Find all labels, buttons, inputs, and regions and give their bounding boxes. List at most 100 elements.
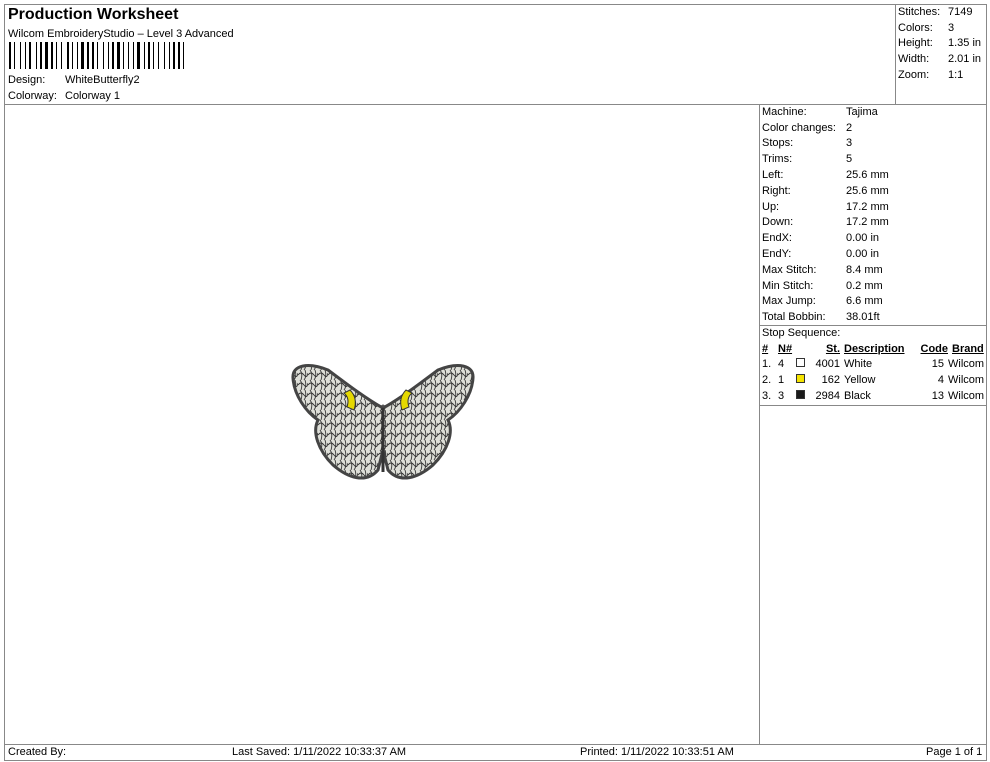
barcode-bar xyxy=(153,42,154,69)
design-name: WhiteButterfly2 xyxy=(65,73,140,86)
barcode-bar xyxy=(97,42,98,69)
detail-row: Right: 25.6 mm xyxy=(762,183,889,199)
barcode-bar xyxy=(185,42,188,69)
detail-label: Color changes: xyxy=(762,121,836,134)
software-name: Wilcom EmbroideryStudio – Level 3 Advanc… xyxy=(8,28,234,40)
barcode-bar xyxy=(128,42,129,69)
detail-row: Max Stitch: 8.4 mm xyxy=(762,262,889,278)
barcode-bar xyxy=(74,42,76,69)
detail-label: Right: xyxy=(762,184,791,197)
summary-value: 7149 xyxy=(948,5,973,18)
page-title: Production Worksheet xyxy=(8,6,179,23)
summary-value: 3 xyxy=(948,21,955,34)
design-label: Design: xyxy=(8,73,46,86)
detail-value: 25.6 mm xyxy=(846,184,889,197)
barcode-bar xyxy=(45,42,48,69)
detail-row: Color changes: 2 xyxy=(762,120,889,136)
detail-label: Machine: xyxy=(762,105,807,118)
detail-label: EndY: xyxy=(762,248,792,261)
detail-row: Up: 17.2 mm xyxy=(762,199,889,215)
barcode-bar xyxy=(144,42,145,69)
detail-value: 25.6 mm xyxy=(846,169,889,182)
detail-row: Trims: 5 xyxy=(762,151,889,167)
detail-value: 38.01ft xyxy=(846,311,880,324)
detail-label: Down: xyxy=(762,216,794,229)
summary-row: Colors: 3 xyxy=(898,20,981,36)
barcode-bar xyxy=(137,42,140,69)
table-row: 2. 1 162 Yellow 4 Wilcom xyxy=(762,372,986,388)
barcode-bar xyxy=(158,42,159,69)
detail-label: Max Jump: xyxy=(762,295,816,308)
barcode-bar xyxy=(70,42,71,69)
last-saved: Last Saved: 1/11/2022 10:33:37 AM xyxy=(232,746,407,758)
detail-label: Trims: xyxy=(762,153,793,166)
barcode-bar xyxy=(166,42,168,69)
barcode-bar xyxy=(181,42,182,69)
color-swatch-cell xyxy=(796,389,810,402)
detail-value: 17.2 mm xyxy=(846,200,889,213)
barcode-bar xyxy=(183,42,184,69)
detail-label: Up: xyxy=(762,200,780,213)
detail-row: Stops: 3 xyxy=(762,136,889,152)
page-number: Page 1 of 1 xyxy=(926,746,983,758)
barcode-bar xyxy=(25,42,26,69)
table-header: # N# St. Description Code Brand xyxy=(762,341,986,357)
details-panel: Machine: Tajima Color changes: 2 Stops: 3 Trim… xyxy=(762,104,889,325)
thread-brand: Wilcom xyxy=(948,358,985,371)
barcode-bar xyxy=(141,42,143,69)
detail-label: Left: xyxy=(762,169,784,182)
barcode-bar xyxy=(22,42,24,69)
barcode-bar xyxy=(171,42,172,69)
stop-number: 2. xyxy=(762,373,772,386)
barcode-bar xyxy=(169,42,170,69)
barcode-bar xyxy=(79,42,80,69)
color-swatch xyxy=(796,389,805,399)
barcode-bar xyxy=(121,42,122,69)
thread-code: 4 xyxy=(937,373,944,386)
color-description: Black xyxy=(844,389,871,402)
column-header: St. xyxy=(825,342,840,355)
color-swatch xyxy=(796,358,805,368)
barcode-bar xyxy=(123,42,124,69)
barcode-bar xyxy=(20,42,21,69)
detail-row: Total Bobbin: 38.01ft xyxy=(762,309,889,325)
barcode-bar xyxy=(155,42,157,69)
colorway-label: Colorway: xyxy=(8,89,57,102)
barcode-bar xyxy=(12,42,13,69)
barcode-bar xyxy=(148,42,150,69)
barcode-bar xyxy=(95,42,96,69)
color-description: White xyxy=(844,358,873,371)
barcode-bar xyxy=(117,42,120,69)
divider xyxy=(895,4,896,104)
barcode-bar xyxy=(77,42,78,69)
detail-value: 0.00 in xyxy=(846,248,880,261)
divider xyxy=(4,744,986,745)
barcode-bar xyxy=(133,42,134,69)
detail-value: 5 xyxy=(846,153,853,166)
barcode-bar xyxy=(49,42,50,69)
printed-date: Printed: 1/11/2022 10:33:51 AM xyxy=(580,746,734,758)
barcode-bar xyxy=(135,42,136,69)
summary-row: Zoom: 1:1 xyxy=(898,67,981,83)
detail-label: Min Stitch: xyxy=(762,279,814,292)
column-header: # xyxy=(762,342,769,355)
summary-value: 1.35 in xyxy=(948,37,982,50)
divider xyxy=(759,104,760,744)
barcode-bar xyxy=(32,42,35,69)
barcode-bar xyxy=(9,42,11,69)
barcode-bar xyxy=(87,42,89,69)
detail-row: Left: 25.6 mm xyxy=(762,167,889,183)
detail-value: Tajima xyxy=(846,105,878,118)
barcode-bar xyxy=(54,42,55,69)
summary-label: Stitches: xyxy=(898,5,941,18)
barcode-bar xyxy=(125,42,127,69)
stitch-count: 2984 xyxy=(815,389,840,402)
summary-value: 1:1 xyxy=(948,69,964,82)
detail-value: 2 xyxy=(846,121,853,134)
detail-label: EndX: xyxy=(762,232,792,245)
barcode-bar xyxy=(164,42,165,69)
barcode-bar xyxy=(81,42,84,69)
column-header: Code xyxy=(920,342,949,355)
detail-label: Max Stitch: xyxy=(762,263,817,276)
summary-label: Zoom: xyxy=(898,69,930,82)
